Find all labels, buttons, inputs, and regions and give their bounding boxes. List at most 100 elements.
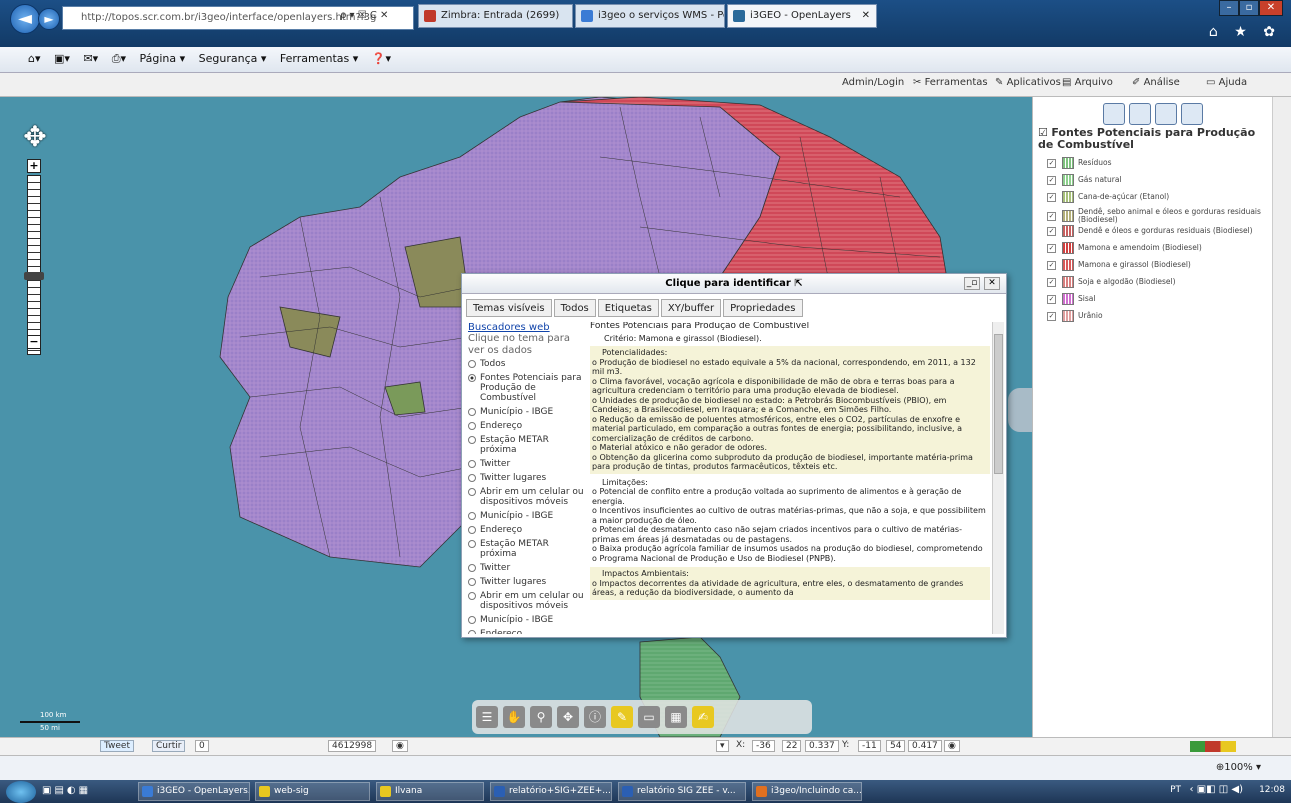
theme-radio-item[interactable]: Abrir em um celular ou dispositivos móve… bbox=[468, 591, 588, 611]
legend-item[interactable]: ✓ Dendê, sebo animal e óleos e gorduras r… bbox=[1047, 208, 1267, 224]
area-icon[interactable]: ▦ bbox=[665, 706, 687, 728]
theme-radio-item[interactable]: Todos bbox=[468, 359, 588, 369]
coord-x-min[interactable]: 22 bbox=[782, 740, 802, 752]
dialog-titlebar[interactable]: Clique para identificar ⇱ _▫ ✕ bbox=[462, 274, 1006, 294]
legend-tab-icon[interactable] bbox=[1155, 103, 1177, 125]
tab-close-icon[interactable]: ✕ bbox=[862, 5, 870, 27]
radio-button-icon[interactable] bbox=[468, 578, 476, 586]
radio-button-icon[interactable] bbox=[468, 540, 476, 548]
theme-radio-item[interactable]: Município - IBGE bbox=[468, 511, 588, 521]
legend-item[interactable]: ✓ Cana-de-açúcar (Etanol) bbox=[1047, 191, 1267, 203]
close-window-button[interactable]: ✕ bbox=[1259, 0, 1283, 16]
legend-item[interactable]: ✓ Mamona e amendoim (Biodiesel) bbox=[1047, 242, 1267, 254]
dialog-minimize-button[interactable]: _▫ bbox=[964, 277, 980, 290]
scale-input[interactable]: 4612998 bbox=[328, 740, 377, 752]
mail-icon[interactable]: ✉▾ bbox=[83, 47, 98, 71]
legend-checkbox[interactable]: ✓ bbox=[1047, 243, 1056, 253]
zoom-box-icon[interactable]: ⚲ bbox=[530, 706, 552, 728]
theme-radio-item[interactable]: Estação METAR próxima bbox=[468, 435, 588, 455]
coord-y-sec[interactable]: 0.417 bbox=[908, 740, 942, 752]
radio-button-icon[interactable] bbox=[468, 408, 476, 416]
help-icon[interactable]: ❓▾ bbox=[372, 47, 391, 71]
legend-item[interactable]: ✓ Gás natural bbox=[1047, 174, 1267, 186]
feeds-icon[interactable]: ▣▾ bbox=[54, 47, 70, 71]
dialog-scroll-thumb[interactable] bbox=[994, 334, 1003, 474]
tab-temas-visiveis[interactable]: Temas visíveis bbox=[466, 299, 552, 317]
tweet-button[interactable]: Tweet bbox=[100, 740, 134, 752]
layers-tab-icon[interactable] bbox=[1103, 103, 1125, 125]
radio-button-icon[interactable] bbox=[468, 474, 476, 482]
taskbar-item[interactable]: i3GEO - OpenLayers... bbox=[138, 782, 250, 801]
forward-button[interactable]: ► bbox=[38, 8, 60, 30]
legend-checkbox[interactable]: ✓ bbox=[1047, 211, 1056, 221]
measure-icon[interactable]: ▭ bbox=[638, 706, 660, 728]
pan-hand-icon[interactable]: ✋ bbox=[503, 706, 525, 728]
dialog-close-button[interactable]: ✕ bbox=[984, 277, 1000, 290]
tab-todos[interactable]: Todos bbox=[553, 299, 596, 317]
taskbar-item[interactable]: Ilvana bbox=[376, 782, 484, 801]
legend-item[interactable]: ✓ Soja e algodão (Biodiesel) bbox=[1047, 276, 1267, 288]
theme-radio-item[interactable]: Twitter lugares bbox=[468, 473, 588, 483]
zoom-in-button[interactable]: + bbox=[27, 159, 41, 173]
tab-etiquetas[interactable]: Etiquetas bbox=[597, 299, 659, 317]
move-icon[interactable]: ✥ bbox=[557, 706, 579, 728]
theme-radio-item[interactable]: Endereço bbox=[468, 421, 588, 431]
back-button[interactable]: ◄ bbox=[10, 4, 40, 34]
tab-i3geo-openlayers[interactable]: i3GEO - OpenLayers ✕ bbox=[727, 4, 877, 28]
radio-button-icon[interactable] bbox=[468, 460, 476, 468]
theme-radio-item[interactable]: Município - IBGE bbox=[468, 407, 588, 417]
zoom-slider-handle[interactable] bbox=[24, 272, 44, 280]
zoom-out-button[interactable]: − bbox=[27, 335, 41, 349]
legend-item[interactable]: ✓ Mamona e girassol (Biodiesel) bbox=[1047, 259, 1267, 271]
legend-tool-icon[interactable]: ☰ bbox=[476, 706, 498, 728]
print-icon[interactable]: ⎙▾ bbox=[112, 47, 126, 71]
menu-ferramentas[interactable]: ✂ Ferramentas bbox=[913, 77, 988, 88]
zoom-level[interactable]: ⊕100% ▾ bbox=[1216, 762, 1261, 773]
radio-button-icon[interactable] bbox=[468, 360, 476, 368]
legend-checkbox[interactable]: ✓ bbox=[1047, 277, 1056, 287]
menu-seguranca[interactable]: Segurança ▾ bbox=[199, 47, 267, 71]
legend-checkbox[interactable]: ✓ bbox=[1047, 158, 1056, 168]
tray-icons[interactable]: ‹ ▣◧ ◫ ◀) bbox=[1190, 784, 1243, 795]
theme-radio-item[interactable]: Fontes Potenciais para Produção de Combu… bbox=[468, 373, 588, 403]
buscadores-link[interactable]: Buscadores web bbox=[468, 322, 588, 333]
legend-checkbox[interactable]: ✓ bbox=[1047, 175, 1056, 185]
panel-scrollbar[interactable] bbox=[1272, 97, 1291, 737]
legend-checkbox[interactable]: ✓ bbox=[1047, 260, 1056, 270]
theme-radio-item[interactable]: Município - IBGE bbox=[468, 615, 588, 625]
home-favorites-tools-icons[interactable]: ⌂ ★ ✿ bbox=[1209, 24, 1281, 40]
coord-x-deg[interactable]: -36 bbox=[752, 740, 775, 752]
menu-pagina[interactable]: Página ▾ bbox=[140, 47, 186, 71]
home-icon[interactable]: ⌂▾ bbox=[28, 47, 41, 71]
maximize-button[interactable]: ▫ bbox=[1239, 0, 1259, 16]
catalog-tab-icon[interactable] bbox=[1129, 103, 1151, 125]
pan-control[interactable]: ✥ bbox=[20, 120, 50, 154]
coord-y-deg[interactable]: -11 bbox=[858, 740, 881, 752]
coord-x-sec[interactable]: 0.337 bbox=[805, 740, 839, 752]
tab-propriedades[interactable]: Propriedades bbox=[723, 299, 803, 317]
coord-y-min[interactable]: 54 bbox=[886, 740, 906, 752]
coord-apply-icon[interactable]: ◉ bbox=[944, 740, 960, 752]
quicklaunch-icons[interactable]: ▣▤◐▦ bbox=[42, 785, 91, 796]
layer-group-title[interactable]: ☑ Fontes Potenciais para Produção de Com… bbox=[1038, 127, 1268, 151]
label-icon[interactable]: ✍ bbox=[692, 706, 714, 728]
legend-item[interactable]: ✓ Sisal bbox=[1047, 293, 1267, 305]
legend-checkbox[interactable]: ✓ bbox=[1047, 294, 1056, 304]
theme-radio-item[interactable]: Twitter lugares bbox=[468, 577, 588, 587]
radio-button-icon[interactable] bbox=[468, 564, 476, 572]
theme-radio-item[interactable]: Twitter bbox=[468, 563, 588, 573]
tab-xy-buffer[interactable]: XY/buffer bbox=[660, 299, 722, 317]
identify-icon[interactable]: ⓘ bbox=[584, 706, 606, 728]
legend-checkbox[interactable]: ✓ bbox=[1047, 192, 1056, 202]
menu-ajuda[interactable]: ▭ Ajuda bbox=[1206, 77, 1247, 88]
language-flags-icon[interactable] bbox=[1190, 741, 1236, 752]
menu-ferramentas-browser[interactable]: Ferramentas ▾ bbox=[280, 47, 358, 71]
coord-toggle-icon[interactable]: ▾ bbox=[716, 740, 729, 752]
clock[interactable]: 12:08 bbox=[1259, 785, 1285, 795]
legend-checkbox[interactable]: ✓ bbox=[1047, 226, 1056, 236]
radio-button-icon[interactable] bbox=[468, 436, 476, 444]
menu-admin-login[interactable]: Admin/Login bbox=[842, 77, 904, 88]
radio-button-icon[interactable] bbox=[468, 374, 476, 382]
facebook-like-button[interactable]: Curtir bbox=[152, 740, 186, 752]
radio-button-icon[interactable] bbox=[468, 488, 476, 496]
